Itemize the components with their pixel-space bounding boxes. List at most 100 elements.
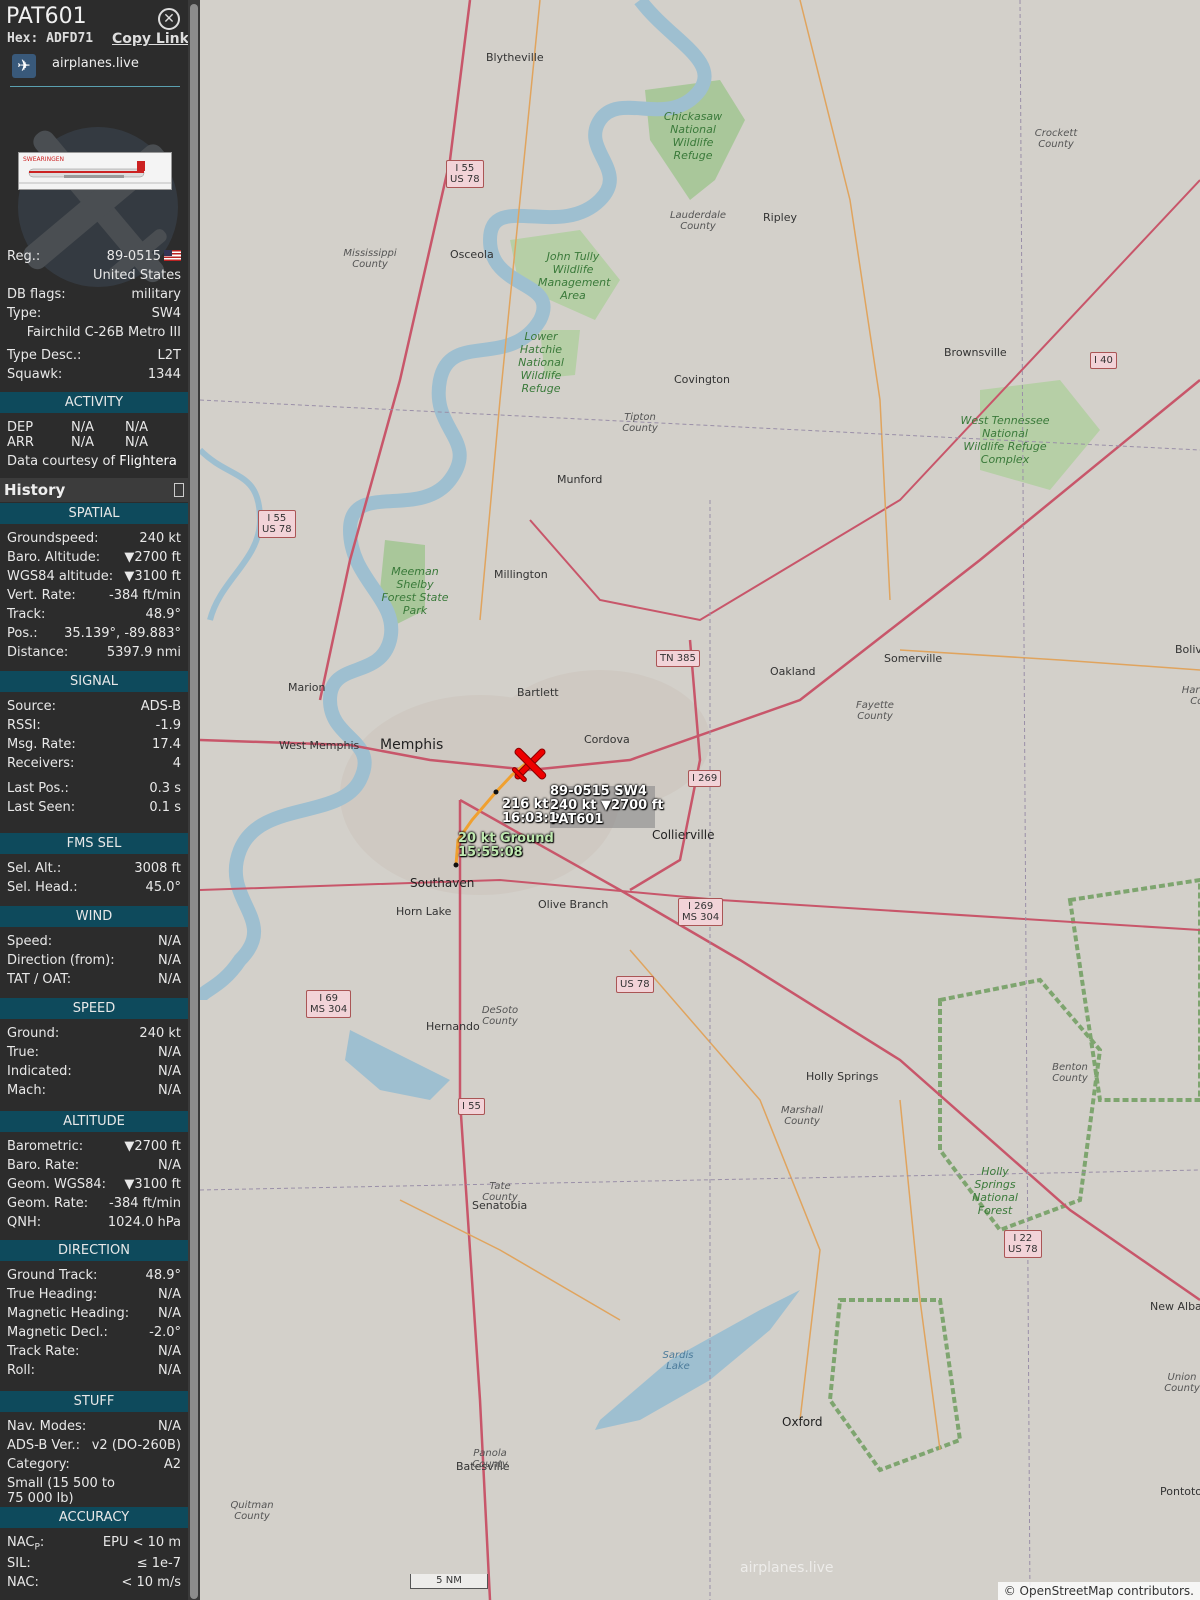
county-label: Union County: [1164, 1372, 1200, 1394]
accuracy-header: ACCURACY: [0, 1507, 188, 1528]
aircraft-marker-icon[interactable]: [508, 742, 552, 786]
sidebar-scrollbar[interactable]: [188, 0, 200, 1600]
signal-row: Last Pos.: 0.3 s: [7, 781, 181, 799]
map-canvas[interactable]: [200, 0, 1200, 1600]
city-label: Bartlett: [517, 686, 559, 699]
city-label: Ripley: [763, 211, 798, 224]
aircraft-label[interactable]: 89-0515 SW4 240 kt ▼2700 ft PAT601: [550, 785, 664, 827]
altitude-row-label: Geom. Rate:: [7, 1196, 89, 1211]
spatial-row-value: 5397.9 nmi: [106, 645, 181, 660]
speed-header: SPEED: [0, 998, 188, 1019]
direction-row-label: Track Rate:: [7, 1344, 80, 1359]
direction-row-value: N/A: [158, 1344, 181, 1359]
dep-value-b: N/A: [125, 420, 148, 435]
wind-row-value: N/A: [158, 972, 181, 987]
map-attribution[interactable]: © OpenStreetMap contributors.: [997, 1582, 1200, 1600]
ground-point-speed: 20 kt Ground: [458, 831, 554, 846]
road-shield: I 69 MS 304: [306, 990, 352, 1018]
direction-row: Track Rate: N/A: [7, 1344, 181, 1362]
road-shield: I 55 US 78: [446, 160, 484, 188]
type-desc-row: Type Desc.: L2T: [7, 348, 181, 366]
city-label: Covington: [674, 373, 730, 386]
signal-row-label: RSSI:: [7, 718, 41, 733]
signal-row: RSSI: -1.9: [7, 718, 181, 736]
road-shield: I 40: [1090, 352, 1117, 369]
direction-row-value: N/A: [158, 1287, 181, 1302]
wind-row-value: N/A: [158, 934, 181, 949]
spatial-row: WGS84 altitude: ▼3100 ft: [7, 569, 181, 587]
park-label: West Tennessee National Wildlife Refuge …: [960, 414, 1050, 466]
direction-row-label: Ground Track:: [7, 1268, 98, 1283]
ground-point-label: 20 kt Ground 15:55:08: [458, 832, 554, 860]
county-label: Tipton County: [622, 412, 658, 434]
signal-row-value: 17.4: [152, 737, 181, 752]
wind-row-value: N/A: [158, 953, 181, 968]
dep-value-a: N/A: [71, 420, 94, 435]
road-shield: I 269 MS 304: [678, 898, 724, 926]
scrollbar-thumb[interactable]: [190, 4, 198, 1599]
stuff-row: Nav. Modes: N/A: [7, 1419, 181, 1437]
type-row: Type: SW4: [7, 306, 181, 324]
spatial-row-label: Groundspeed:: [7, 531, 99, 546]
city-label: Blytheville: [486, 51, 544, 64]
speed-row-label: Indicated:: [7, 1064, 72, 1079]
county-label: Crockett County: [1034, 128, 1078, 150]
stuff-row-label: Category:: [7, 1457, 70, 1472]
city-label: Horn Lake: [396, 905, 452, 918]
road-shield: US 78: [616, 976, 654, 993]
history-toggle-icon[interactable]: [174, 483, 184, 497]
spatial-row-label: Vert. Rate:: [7, 588, 76, 603]
spatial-row-label: Track:: [7, 607, 46, 622]
signal-row-value: 4: [172, 756, 181, 771]
county-label: Mississippi County: [343, 248, 397, 270]
county-label: DeSoto County: [481, 1005, 519, 1027]
db-flags-row: DB flags: military: [7, 287, 181, 305]
spatial-row-value: -384 ft/min: [109, 588, 181, 603]
city-label: Bolivar: [1175, 643, 1200, 656]
county-label: Lauderdale County: [669, 210, 727, 232]
aircraft-label-speed-alt: 240 kt ▼2700 ft: [550, 798, 664, 813]
direction-row-label: Roll:: [7, 1363, 36, 1378]
sil-row: SIL: ≤ 1e-7: [7, 1556, 181, 1574]
arr-row: ARR N/A N/A: [7, 435, 148, 450]
signal-row-label: Source:: [7, 699, 57, 714]
city-label: Millington: [494, 568, 548, 581]
sil-label: SIL:: [7, 1556, 31, 1571]
squawk-value: 1344: [147, 367, 181, 382]
track-point-speed: 216 kt: [502, 797, 549, 812]
copy-link-button[interactable]: Copy Link: [112, 31, 188, 47]
city-label: Collierville: [652, 828, 715, 842]
signal-row: Last Seen: 0.1 s: [7, 800, 181, 818]
aircraft-photo-thumbnail[interactable]: SWEARINGEN: [18, 152, 172, 190]
road-shield: TN 385: [656, 650, 700, 667]
map-view[interactable]: 89-0515 SW4 240 kt ▼2700 ft PAT601 216 k…: [200, 0, 1200, 1600]
svg-text:SWEARINGEN: SWEARINGEN: [23, 156, 64, 163]
stuff-row-value: N/A: [158, 1419, 181, 1434]
track-point-time: 16:03:1: [502, 811, 558, 826]
history-bar[interactable]: History: [0, 478, 188, 502]
history-label: History: [4, 481, 66, 499]
courtesy-link[interactable]: Flightera: [119, 454, 177, 469]
altitude-row-value: ▼2700 ft: [124, 1139, 181, 1154]
spatial-row-value: 35.139°, -89.883°: [64, 626, 181, 641]
squawk-label: Squawk:: [7, 367, 63, 382]
hex-value: ADFD71: [46, 31, 94, 46]
city-label: Pontotoc: [1160, 1485, 1200, 1498]
reg-value[interactable]: 89-0515: [107, 249, 161, 264]
close-icon[interactable]: ✕: [158, 8, 180, 30]
altitude-row-label: Geom. WGS84:: [7, 1177, 107, 1192]
city-label: Marion: [288, 681, 326, 694]
direction-row-label: True Heading:: [7, 1287, 98, 1302]
aircraft-label-callsign: PAT601: [550, 812, 604, 827]
speed-row-value: N/A: [158, 1064, 181, 1079]
source-link[interactable]: ✈ airplanes.live: [10, 52, 180, 87]
park-label: Chickasaw National Wildlife Refuge: [663, 110, 723, 162]
wind-row: Speed: N/A: [7, 934, 181, 952]
stuff-row: Category: A2: [7, 1457, 181, 1475]
type-full-row: Fairchild C-26B Metro III: [7, 325, 181, 343]
data-courtesy: Data courtesy of Flightera: [7, 454, 177, 469]
city-label: Munford: [557, 473, 603, 486]
city-label: Southaven: [410, 876, 475, 890]
stuff-row-value: v2 (DO-260B): [91, 1438, 181, 1453]
arr-label: ARR: [7, 435, 34, 450]
